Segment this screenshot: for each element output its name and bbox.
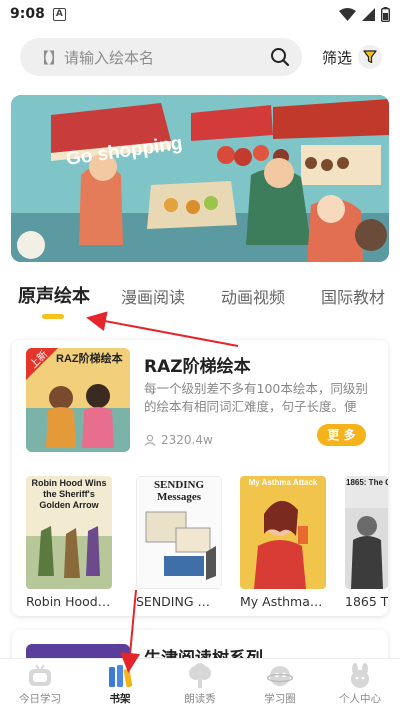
series-cover-illustration: 上新 RAZ阶梯绘本 — [26, 348, 130, 452]
book-cover: SENDING Messages — [136, 476, 222, 589]
book-cover-text: Robin Hood Wins the Sheriff's Golden Arr… — [31, 478, 107, 510]
tv-icon — [25, 663, 55, 689]
book-item[interactable]: Robin Hood Wins the Sheriff's Golden Arr… — [26, 476, 112, 609]
book-item[interactable]: 1865: The Civil 1865 Th — [345, 476, 388, 609]
series-cover-text: RAZ阶梯绘本 — [56, 351, 123, 365]
more-button[interactable]: 更 多 — [317, 424, 366, 446]
series-cover[interactable]: 上新 RAZ阶梯绘本 — [26, 348, 130, 452]
book-cover-illustration: My Asthma Attack — [240, 476, 326, 589]
search-placeholder-text: 请输入绘本名 — [64, 48, 155, 67]
nav-bookshelf[interactable]: 书架 — [80, 659, 160, 710]
search-icon[interactable] — [270, 47, 290, 67]
book-title: My Asthma… — [240, 594, 323, 609]
status-time: 9:08 — [10, 6, 45, 22]
tab-international-textbooks[interactable]: 国际教材 — [321, 284, 385, 308]
filter-button[interactable]: 筛选 — [322, 45, 383, 69]
search-bracket: 【】 — [34, 48, 65, 67]
promo-banner[interactable]: Go shopping — [11, 95, 389, 262]
nav-study-circle[interactable]: 学习圈 — [240, 659, 320, 710]
book-item[interactable]: My Asthma Attack My Asthma… — [240, 476, 326, 609]
bookshelf-icon — [105, 663, 135, 689]
tab-original-picture-books[interactable]: 原声绘本 — [18, 282, 90, 308]
book-title: Robin Hood… — [26, 594, 111, 609]
book-cover-text: SENDING Messages — [153, 479, 205, 503]
user-icon — [144, 434, 156, 446]
book-cover: Robin Hood Wins the Sheriff's Golden Arr… — [26, 476, 112, 589]
series-card: 上新 RAZ阶梯绘本 RAZ阶梯绘本 每一个级别差不多有100本绘本，同级别的绘… — [12, 340, 388, 616]
search-placeholder: 【】请输入绘本名 — [34, 47, 270, 68]
book-cover-illustration: SENDING Messages — [136, 476, 222, 589]
active-tab-indicator — [42, 314, 64, 319]
planet-icon — [265, 663, 295, 689]
book-cover-illustration: 1865: The Civil — [345, 476, 388, 589]
filter-label: 筛选 — [322, 48, 353, 67]
status-icons — [339, 6, 390, 22]
nav-profile[interactable]: 个人中心 — [320, 659, 400, 710]
book-item[interactable]: SENDING Messages SENDING … — [136, 476, 222, 609]
tab-comic-reading[interactable]: 漫画阅读 — [121, 284, 185, 308]
book-cover-text: 1865: The Civil — [346, 478, 388, 487]
series-title[interactable]: RAZ阶梯绘本 — [144, 352, 251, 377]
book-title: SENDING … — [136, 594, 211, 609]
nav-label: 今日学习 — [19, 693, 61, 705]
banner-illustration: Go shopping — [11, 95, 389, 262]
bunny-icon — [345, 663, 375, 689]
book-title: 1865 Th — [345, 594, 388, 609]
category-tabs: 原声绘本 漫画阅读 动画视频 国际教材 — [0, 278, 400, 322]
book-cover: 1865: The Civil — [345, 476, 388, 589]
filter-icon — [358, 45, 383, 69]
status-bar: 9:08 A — [0, 0, 400, 28]
book-cover-text: My Asthma Attack — [248, 478, 318, 487]
series-views: 2320.4w — [144, 433, 213, 447]
battery-icon — [381, 6, 390, 22]
nav-label: 朗读秀 — [184, 693, 216, 705]
series-description: 每一个级别差不多有100本绘本，同级别的绘本有相同词汇难度，句子长度。便于… — [144, 381, 368, 414]
nav-today-study[interactable]: 今日学习 — [0, 659, 80, 710]
nav-label: 书架 — [109, 693, 131, 705]
search-input[interactable]: 【】请输入绘本名 — [20, 38, 302, 76]
nav-label: 个人中心 — [339, 693, 381, 705]
signal-icon — [362, 7, 375, 21]
nav-label: 学习圈 — [264, 693, 296, 705]
tab-animation-video[interactable]: 动画视频 — [221, 284, 285, 308]
views-count: 2320.4w — [161, 433, 213, 447]
book-cover: My Asthma Attack — [240, 476, 326, 589]
bottom-nav: 今日学习 书架 朗读秀 学习圈 个人中心 — [0, 658, 400, 710]
wifi-icon — [339, 7, 356, 21]
nav-reading-show[interactable]: 朗读秀 — [160, 659, 240, 710]
notification-icon: A — [52, 7, 66, 21]
tree-icon — [185, 663, 215, 689]
search-row: 【】请输入绘本名 筛选 — [20, 37, 390, 77]
book-cover-illustration: Robin Hood Wins the Sheriff's Golden Arr… — [26, 476, 112, 589]
